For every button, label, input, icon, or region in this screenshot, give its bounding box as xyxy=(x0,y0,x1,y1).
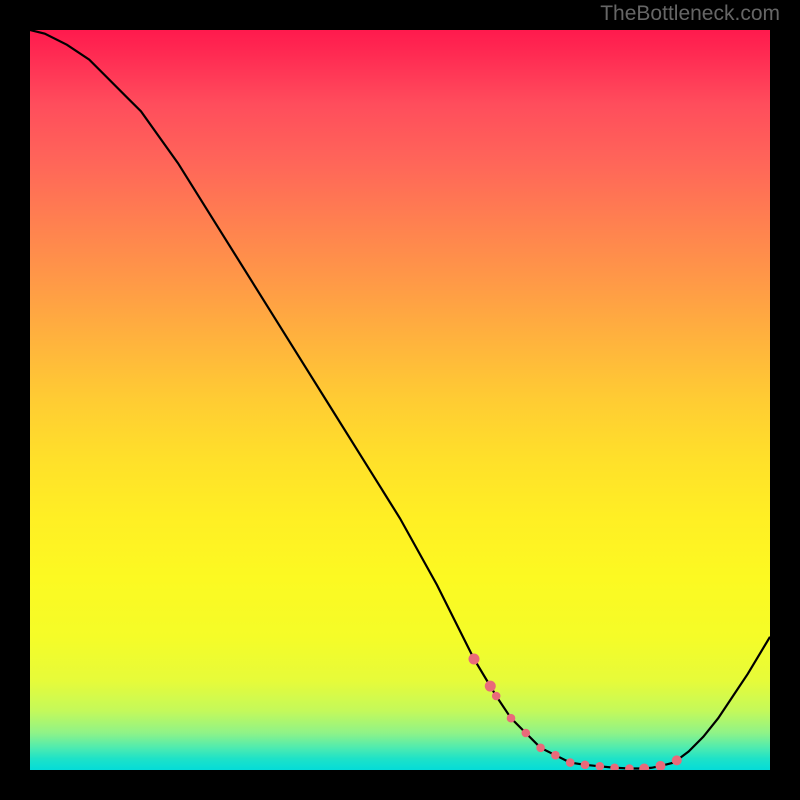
chart-curve-svg xyxy=(30,30,770,770)
curve-dot xyxy=(639,764,649,770)
chart-container xyxy=(30,30,770,770)
curve-dot xyxy=(485,681,496,692)
curve-dot xyxy=(469,654,480,665)
curve-dot xyxy=(596,762,605,770)
curve-dot xyxy=(507,714,516,723)
curve-dot xyxy=(610,763,619,770)
dot-group xyxy=(469,654,682,771)
curve-dot xyxy=(625,764,634,770)
curve-dot xyxy=(536,744,545,753)
curve-dot xyxy=(581,761,590,770)
curve-dot xyxy=(522,729,531,738)
curve-dot xyxy=(492,692,501,701)
curve-dot xyxy=(566,758,575,767)
curve-dot xyxy=(551,751,560,760)
curve-dot xyxy=(672,755,682,765)
curve-dot xyxy=(655,761,665,770)
curve-group xyxy=(30,30,770,769)
watermark-text: TheBottleneck.com xyxy=(600,2,780,26)
curve-line xyxy=(30,30,770,769)
